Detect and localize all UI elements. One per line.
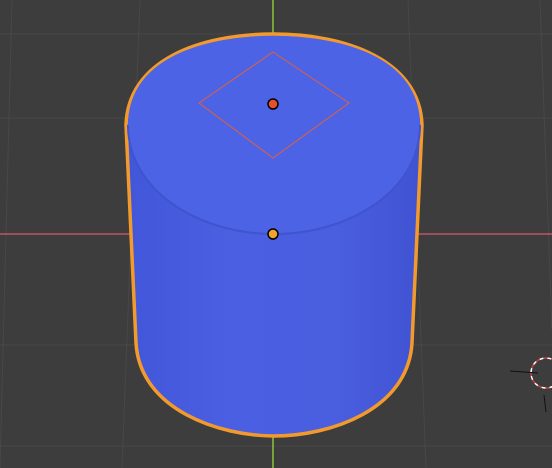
- light-origin-dot-icon[interactable]: [267, 98, 279, 110]
- 3d-cursor-icon[interactable]: [509, 357, 552, 413]
- origin-dot-icon[interactable]: [267, 228, 279, 240]
- viewport-canvas[interactable]: [0, 0, 552, 468]
- 3d-viewport[interactable]: [0, 0, 552, 468]
